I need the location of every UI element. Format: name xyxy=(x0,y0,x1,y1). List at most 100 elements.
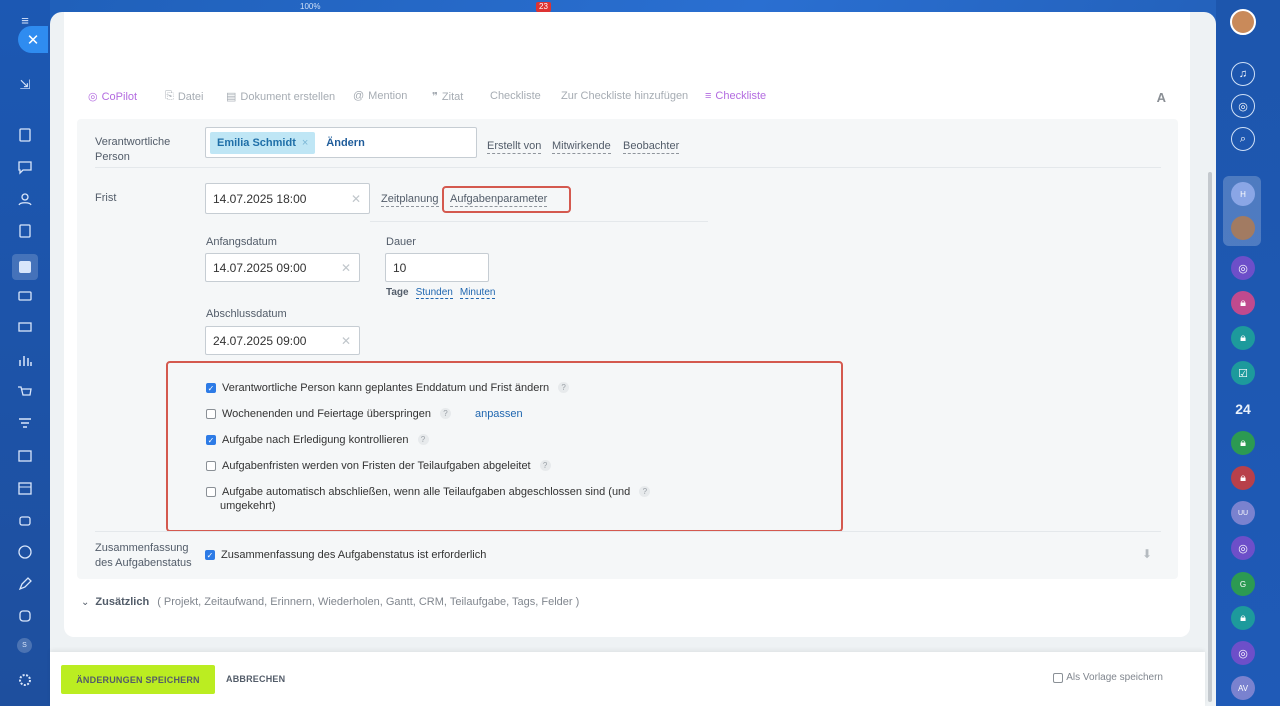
counter-24[interactable]: 24 xyxy=(1231,397,1255,421)
planning-link[interactable]: Zeitplanung xyxy=(381,192,439,207)
analytics-icon[interactable] xyxy=(15,350,35,370)
user-avatar[interactable] xyxy=(1230,9,1256,35)
inbox-icon[interactable] xyxy=(15,446,35,466)
checkbox-unchecked[interactable] xyxy=(206,461,216,471)
checkbox-checked[interactable]: ✓ xyxy=(205,550,215,560)
start-date-input[interactable]: 14.07.2025 09:00 ✕ xyxy=(205,253,360,282)
market-icon[interactable] xyxy=(15,606,35,626)
deadline-input[interactable]: 14.07.2025 18:00 ✕ xyxy=(205,183,370,214)
robot-icon[interactable] xyxy=(15,510,35,530)
created-by-link[interactable]: Erstellt von xyxy=(487,139,542,154)
contacts-icon[interactable] xyxy=(15,189,35,209)
text-format-button[interactable]: A xyxy=(1157,90,1166,105)
tasks-icon[interactable] xyxy=(12,254,38,280)
responsible-field[interactable]: Emilia Schmidt × Ändern xyxy=(205,127,477,158)
help-icon[interactable]: ? xyxy=(539,460,551,471)
remove-user-icon[interactable]: × xyxy=(302,137,308,149)
chat-copilot-icon-3[interactable]: ◎ xyxy=(1231,641,1255,665)
payments-icon[interactable] xyxy=(15,286,35,306)
editor-toolbar: ◎ CoPilot ⎘ Datei ▤ Dokument erstellen @ Men… xyxy=(88,90,1178,108)
mention-label: Mention xyxy=(368,90,408,102)
chat-lock-icon-2[interactable]: 🔒︎ xyxy=(1231,326,1255,350)
document-icon[interactable] xyxy=(15,125,35,145)
observers-link[interactable]: Beobachter xyxy=(623,139,680,154)
chat-copilot-icon-2[interactable]: ◎ xyxy=(1231,536,1255,560)
file-button[interactable]: ⎘ Datei xyxy=(165,90,204,103)
chat-task-icon[interactable]: ☑ xyxy=(1231,361,1255,385)
collapse-icon[interactable]: ⇲ xyxy=(15,75,35,95)
file-icon[interactable] xyxy=(15,221,35,241)
cart-icon[interactable] xyxy=(15,382,35,402)
calendar-icon[interactable] xyxy=(15,478,35,498)
at-icon: @ xyxy=(353,90,365,102)
option-row-3[interactable]: Aufgabenfristen werden von Fristen der T… xyxy=(206,460,551,473)
settings-icon[interactable] xyxy=(15,670,35,690)
chat-copilot-icon[interactable]: ◎ xyxy=(1231,256,1255,280)
help-icon[interactable]: ? xyxy=(639,486,651,497)
chat-lock-icon-3[interactable]: 🔒︎ xyxy=(1231,431,1255,455)
change-responsible-link[interactable]: Ändern xyxy=(326,137,365,149)
duration-unit-switch: Tage Stunden Minuten xyxy=(386,287,496,299)
avatar-av[interactable]: AV xyxy=(1231,676,1255,700)
duration-input[interactable]: 10 xyxy=(385,253,489,282)
checkbox-unchecked[interactable] xyxy=(206,409,216,419)
chat-lock-icon-4[interactable]: 🔒︎ xyxy=(1231,466,1255,490)
edit-icon[interactable] xyxy=(15,574,35,594)
pin-icon[interactable]: ⬇ xyxy=(1142,547,1152,561)
chat-avatar-photo[interactable] xyxy=(1231,216,1255,240)
help-icon[interactable]: ? xyxy=(417,434,429,445)
option-row-2[interactable]: ✓ Aufgabe nach Erledigung kontrollieren? xyxy=(206,434,429,447)
save-changes-button[interactable]: ÄNDERUNGEN SPEICHERN xyxy=(61,665,215,694)
search-chat-icon[interactable]: ⌕ xyxy=(1231,127,1255,151)
mention-button[interactable]: @ Mention xyxy=(353,90,407,102)
badge-s[interactable]: S xyxy=(17,638,32,653)
option-label: Aufgabenfristen werden von Fristen der T… xyxy=(222,460,531,472)
clear-icon[interactable]: ✕ xyxy=(341,261,351,275)
checkbox-checked[interactable]: ✓ xyxy=(206,435,216,445)
unit-hours[interactable]: Stunden xyxy=(415,287,453,299)
divider xyxy=(95,167,1161,168)
chat-lock-icon-5[interactable]: 🔒︎ xyxy=(1231,606,1255,630)
option-row-0[interactable]: ✓ Verantwortliche Person kann geplantes E… xyxy=(206,382,570,395)
bell-icon[interactable]: ♫ xyxy=(1231,62,1255,86)
left-sidebar: ≡ ⇲ S xyxy=(0,0,50,706)
help-icon[interactable]: ? xyxy=(558,382,570,393)
filter-icon[interactable] xyxy=(15,414,35,434)
divider xyxy=(370,221,708,222)
cancel-button[interactable]: ABBRECHEN xyxy=(226,674,285,684)
clear-icon[interactable]: ✕ xyxy=(351,192,361,206)
close-slider-button[interactable]: ✕ xyxy=(18,26,48,53)
chat-icon[interactable] xyxy=(15,157,35,177)
add-to-checklist-button[interactable]: Zur Checkliste hinzufügen xyxy=(561,90,688,102)
end-date-input[interactable]: 24.07.2025 09:00 ✕ xyxy=(205,326,360,355)
presentation-icon[interactable] xyxy=(15,318,35,338)
create-document-button[interactable]: ▤ Dokument erstellen xyxy=(226,90,335,104)
extra-section-toggle[interactable]: ⌄ Zusätzlich ( Projekt, Zeitaufwand, Eri… xyxy=(81,596,579,608)
copilot-icon[interactable] xyxy=(15,542,35,562)
quote-button[interactable]: ❞ Zitat xyxy=(432,90,463,104)
participants-link[interactable]: Mitwirkende xyxy=(552,139,611,154)
checkbox-checked[interactable]: ✓ xyxy=(206,383,216,393)
avatar-uu[interactable]: UU xyxy=(1231,501,1255,525)
customize-link[interactable]: anpassen xyxy=(475,408,523,421)
checklist-copilot-button[interactable]: ≡ Checkliste xyxy=(705,90,766,102)
checkbox-unchecked[interactable] xyxy=(1053,672,1064,683)
checkbox-unchecked[interactable] xyxy=(206,487,216,497)
chat-lock-icon-1[interactable]: 🔒︎ xyxy=(1231,291,1255,315)
start-date-label: Anfangsdatum xyxy=(206,236,277,248)
scrollbar[interactable] xyxy=(1208,172,1212,702)
checklist-button[interactable]: Checkliste xyxy=(490,90,541,102)
copilot-button[interactable]: ◎ CoPilot xyxy=(88,90,137,104)
summary-row[interactable]: ✓ Zusammenfassung des Aufgabenstatus ist … xyxy=(205,549,486,562)
option-row-4[interactable]: Aufgabe automatisch abschließen, wenn al… xyxy=(206,486,651,499)
avatar-g[interactable]: G xyxy=(1231,572,1255,596)
clear-icon[interactable]: ✕ xyxy=(341,334,351,348)
quote-icon: ❞ xyxy=(432,91,438,103)
avatar-h[interactable]: H xyxy=(1231,182,1255,206)
copilot-chat-icon[interactable]: ◎ xyxy=(1231,94,1255,118)
option-row-1[interactable]: Wochenenden und Feiertage überspringen? a… xyxy=(206,408,523,421)
save-as-template-option[interactable]: Als Vorlage speichern xyxy=(1053,672,1163,683)
unit-minutes[interactable]: Minuten xyxy=(459,287,496,299)
unit-days[interactable]: Tage xyxy=(386,287,409,299)
help-icon[interactable]: ? xyxy=(439,408,451,419)
